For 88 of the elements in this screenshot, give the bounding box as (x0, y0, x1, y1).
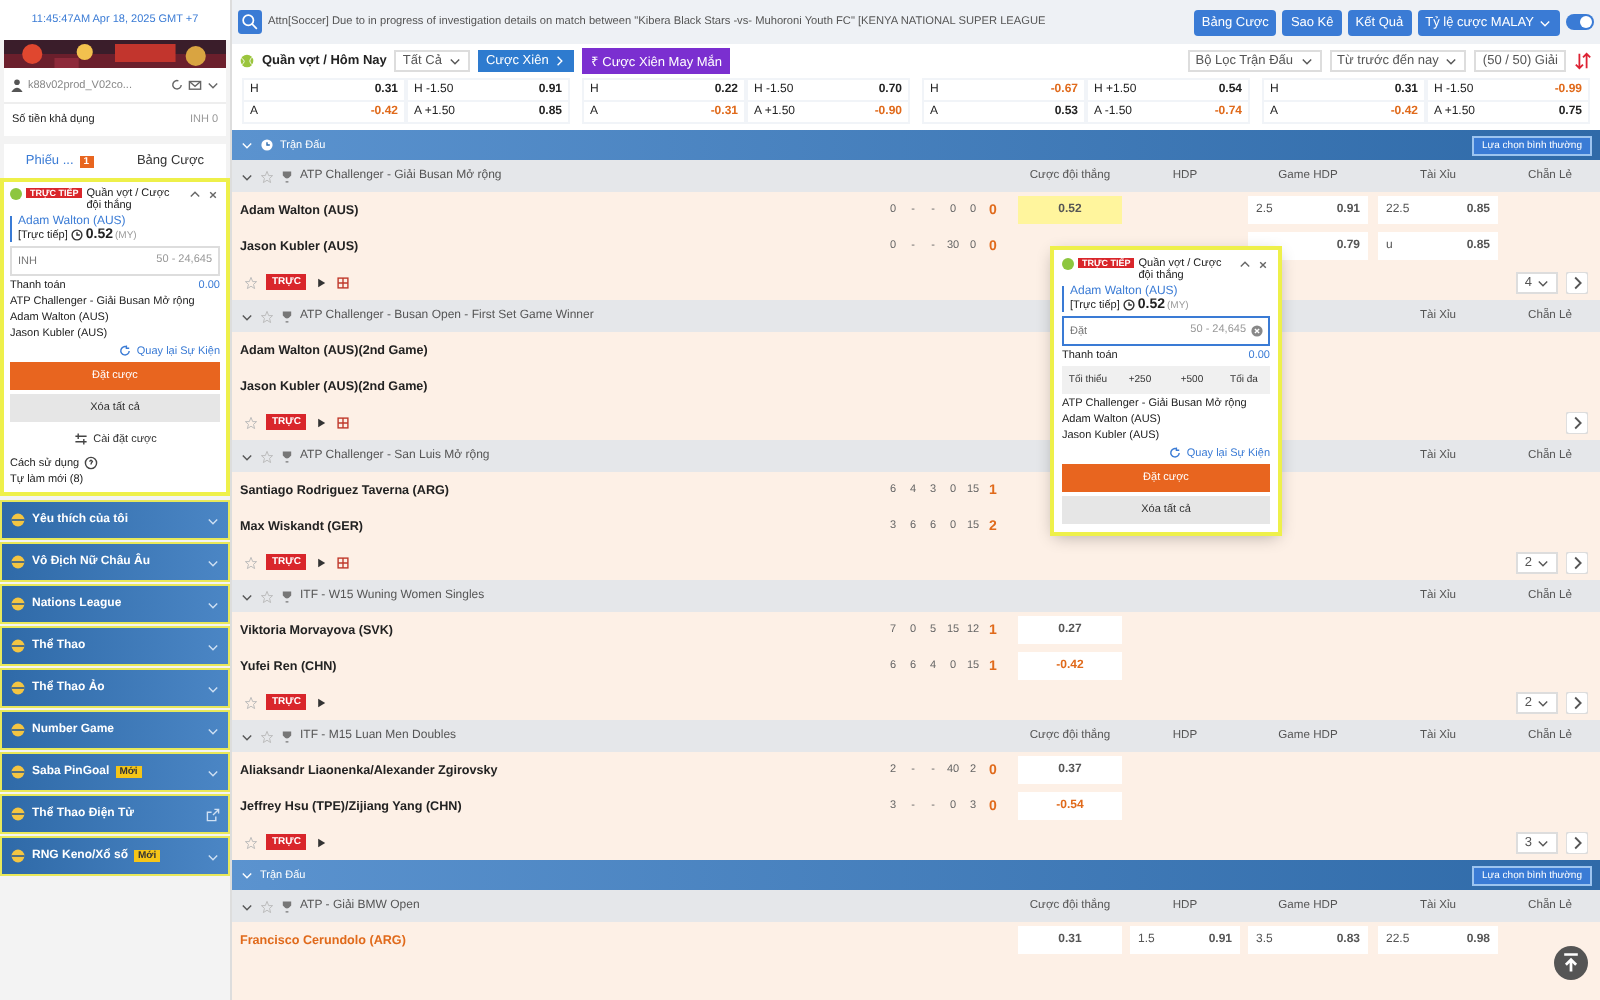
ball-icon (10, 638, 26, 654)
chevron-down-icon (206, 513, 220, 527)
mail-icon[interactable] (188, 78, 202, 92)
chevron-down-icon[interactable] (240, 138, 254, 152)
trophy-icon (280, 589, 294, 603)
ball-icon (10, 596, 26, 612)
star-icon[interactable] (260, 169, 274, 183)
chevron-down-icon (1536, 275, 1550, 289)
clock-icon (260, 138, 274, 152)
play-icon[interactable] (314, 555, 329, 569)
star-icon[interactable] (244, 835, 258, 849)
clear-icon[interactable] (1250, 324, 1264, 338)
chevron-down-icon (1536, 555, 1550, 569)
ball-icon (10, 680, 26, 696)
collapse-icon[interactable] (188, 188, 202, 202)
star-icon[interactable] (260, 589, 274, 603)
play-icon[interactable] (314, 275, 329, 289)
chevron-down-icon (206, 681, 220, 695)
refresh-icon[interactable] (170, 78, 184, 92)
star-icon[interactable] (260, 729, 274, 743)
trophy-icon (280, 449, 294, 463)
chevron-down-icon (1444, 53, 1459, 67)
sliders-icon (73, 432, 88, 446)
chevron-down-icon[interactable] (240, 449, 254, 463)
chevron-down-icon (206, 639, 220, 653)
ball-icon (10, 722, 26, 738)
collapse-icon[interactable] (1238, 258, 1252, 272)
star-icon[interactable] (244, 275, 258, 289)
chevron-down-icon (206, 765, 220, 779)
ball-icon (10, 554, 26, 570)
chevron-down-icon[interactable] (240, 309, 254, 323)
return-icon (118, 344, 133, 358)
chevron-down-icon (447, 53, 462, 67)
chevron-down-icon (206, 849, 220, 863)
chevron-right-icon (552, 53, 567, 67)
live-dot (1062, 258, 1074, 270)
clock-icon (1121, 298, 1136, 312)
scoreboard-icon[interactable] (336, 275, 351, 289)
close-icon[interactable] (206, 188, 220, 202)
chevron-down-icon[interactable] (240, 868, 254, 882)
play-icon[interactable] (314, 835, 329, 849)
star-icon[interactable] (260, 449, 274, 463)
ball-icon (10, 764, 26, 780)
next-page-icon[interactable] (1566, 831, 1588, 853)
tennis-ball-icon (240, 53, 254, 67)
star-icon[interactable] (244, 555, 258, 569)
star-icon[interactable] (244, 415, 258, 429)
chevron-down-icon[interactable] (206, 78, 220, 92)
chevron-down-icon (206, 597, 220, 611)
chevron-down-icon[interactable] (240, 729, 254, 743)
clock-icon (69, 228, 84, 242)
scoreboard-icon[interactable] (336, 555, 351, 569)
chevron-down-icon (1536, 695, 1550, 709)
live-dot (10, 188, 22, 200)
external-link-icon (206, 807, 220, 821)
chevron-down-icon[interactable] (240, 169, 254, 183)
next-page-icon[interactable] (1566, 551, 1588, 573)
chevron-down-icon (206, 555, 220, 569)
scroll-to-top-icon[interactable] (1554, 946, 1588, 980)
play-icon[interactable] (314, 695, 329, 709)
next-page-icon[interactable] (1566, 691, 1588, 713)
chevron-down-icon (206, 723, 220, 737)
ball-icon (10, 806, 26, 822)
chevron-down-icon (1536, 835, 1550, 849)
ball-icon (10, 512, 26, 528)
star-icon[interactable] (244, 695, 258, 709)
user-icon (10, 78, 24, 92)
next-page-icon[interactable] (1566, 271, 1588, 293)
next-page-icon[interactable] (1566, 411, 1588, 433)
chevron-down-icon (1299, 53, 1314, 67)
sort-icon[interactable] (1574, 51, 1592, 69)
search-icon[interactable] (238, 10, 262, 34)
chevron-down-icon[interactable] (240, 589, 254, 603)
return-icon (1168, 446, 1183, 460)
trophy-icon (280, 899, 294, 913)
trophy-icon (280, 309, 294, 323)
chevron-down-icon[interactable] (240, 899, 254, 913)
ball-icon (10, 848, 26, 864)
chevron-down-icon (1538, 15, 1552, 29)
help-icon[interactable] (83, 456, 98, 470)
play-icon[interactable] (314, 415, 329, 429)
star-icon[interactable] (260, 899, 274, 913)
trophy-icon (280, 169, 294, 183)
star-icon[interactable] (260, 309, 274, 323)
trophy-icon (280, 729, 294, 743)
toggle-switch[interactable] (1566, 14, 1594, 30)
close-icon[interactable] (1256, 258, 1270, 272)
scoreboard-icon[interactable] (336, 415, 351, 429)
